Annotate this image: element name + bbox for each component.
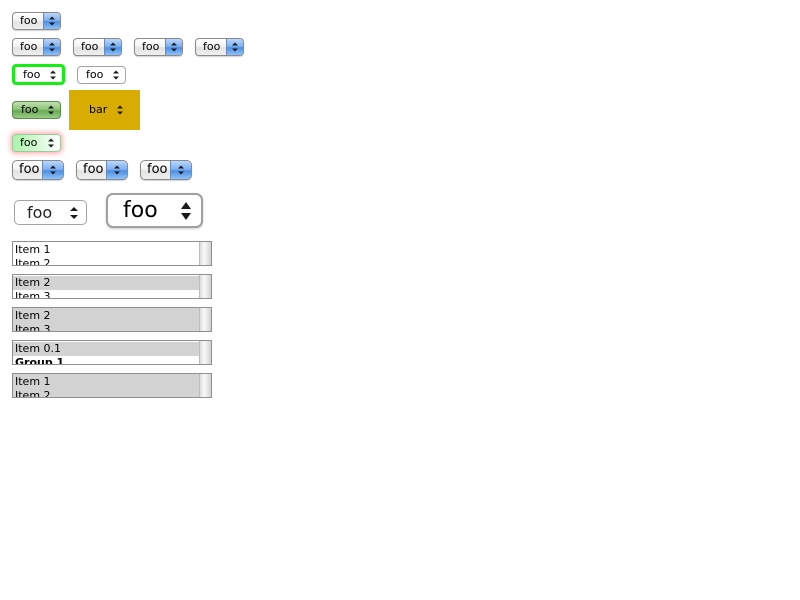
up-down-arrows-icon	[50, 70, 56, 79]
select-dropdown[interactable]: foo	[12, 12, 61, 30]
select-dropdown-green[interactable]: foo	[12, 101, 61, 119]
list-group-label: Group 1	[15, 356, 65, 365]
up-down-arrows-icon	[181, 201, 191, 220]
select-value: foo	[203, 40, 221, 53]
select-value: foo	[23, 68, 41, 81]
scrollbar[interactable]	[199, 308, 211, 331]
list-item-selected[interactable]: Item 0.1	[13, 342, 200, 356]
select-arrow-cap	[43, 39, 60, 55]
select-dropdown[interactable]: foo	[77, 66, 126, 84]
select-dropdown[interactable]: foo	[76, 160, 128, 180]
select-dropdown[interactable]: foo	[73, 38, 122, 56]
select-dropdown[interactable]: foo	[12, 38, 61, 56]
listbox[interactable]: Item 2 Item 3	[12, 307, 212, 332]
up-down-arrows-icon	[113, 70, 119, 80]
up-down-arrows-icon	[117, 105, 123, 115]
list-item-selected[interactable]: Item 2	[13, 276, 200, 290]
list-item[interactable]: Item 2	[13, 257, 200, 265]
up-down-arrows-icon	[49, 16, 55, 26]
select-value: foo	[142, 40, 160, 53]
select-arrow-cap	[42, 161, 63, 179]
select-dropdown-large[interactable]: foo	[14, 200, 87, 225]
select-value: foo	[20, 14, 38, 27]
listbox[interactable]: Item 1 Item 2	[12, 241, 212, 266]
select-arrow-cap	[170, 161, 191, 179]
select-arrow-cap	[106, 161, 127, 179]
up-down-arrows-icon	[48, 138, 54, 148]
list-item-selected[interactable]: Item 3	[13, 323, 200, 331]
select-arrow-cap	[165, 39, 182, 55]
scrollbar[interactable]	[199, 341, 211, 364]
select-value: foo	[19, 162, 40, 177]
list-item-selected[interactable]: Item 1	[13, 375, 200, 389]
select-dropdown[interactable]: foo	[195, 38, 244, 56]
select-value: foo	[20, 40, 38, 53]
list-item[interactable]: Item 1	[13, 243, 200, 257]
scrollbar[interactable]	[199, 242, 211, 265]
up-down-arrows-icon	[232, 42, 238, 52]
up-down-arrows-icon	[110, 42, 116, 52]
up-down-arrows-icon	[178, 165, 184, 175]
select-value: bar	[89, 103, 108, 116]
up-down-arrows-icon	[49, 42, 55, 52]
select-dropdown[interactable]: foo	[134, 38, 183, 56]
select-value: foo	[81, 40, 99, 53]
list-item[interactable]: Item 3	[13, 290, 200, 298]
listbox[interactable]: Item 2 Item 3	[12, 274, 212, 299]
select-value: foo	[83, 162, 104, 177]
up-down-arrows-icon	[48, 105, 54, 115]
select-value: foo	[86, 68, 104, 81]
select-value: foo	[123, 198, 158, 223]
select-value: foo	[147, 162, 168, 177]
scrollbar[interactable]	[199, 374, 211, 397]
up-down-arrows-icon	[50, 165, 56, 175]
select-arrow-cap	[104, 39, 121, 55]
listbox[interactable]: Item 1 Item 2	[12, 373, 212, 398]
up-down-arrows-icon	[171, 42, 177, 52]
select-dropdown-xlarge[interactable]: foo	[106, 193, 203, 228]
scrollbar[interactable]	[199, 275, 211, 298]
select-dropdown[interactable]: foo	[12, 160, 64, 180]
select-value: foo	[20, 136, 38, 149]
select-arrow-cap	[226, 39, 243, 55]
select-value: foo	[21, 103, 39, 116]
select-dropdown-focused[interactable]: foo	[12, 64, 65, 85]
listbox[interactable]: Item 0.1 Group 1	[12, 340, 212, 365]
select-dropdown-glow[interactable]: foo	[12, 134, 61, 152]
select-arrow-cap	[43, 13, 60, 29]
select-dropdown[interactable]: foo	[140, 160, 192, 180]
up-down-arrows-icon	[70, 206, 78, 219]
list-item-selected[interactable]: Item 2	[13, 389, 200, 397]
select-value: foo	[27, 203, 53, 222]
select-dropdown-gold[interactable]: bar	[69, 90, 140, 130]
list-item-selected[interactable]: Item 2	[13, 309, 200, 323]
up-down-arrows-icon	[114, 165, 120, 175]
